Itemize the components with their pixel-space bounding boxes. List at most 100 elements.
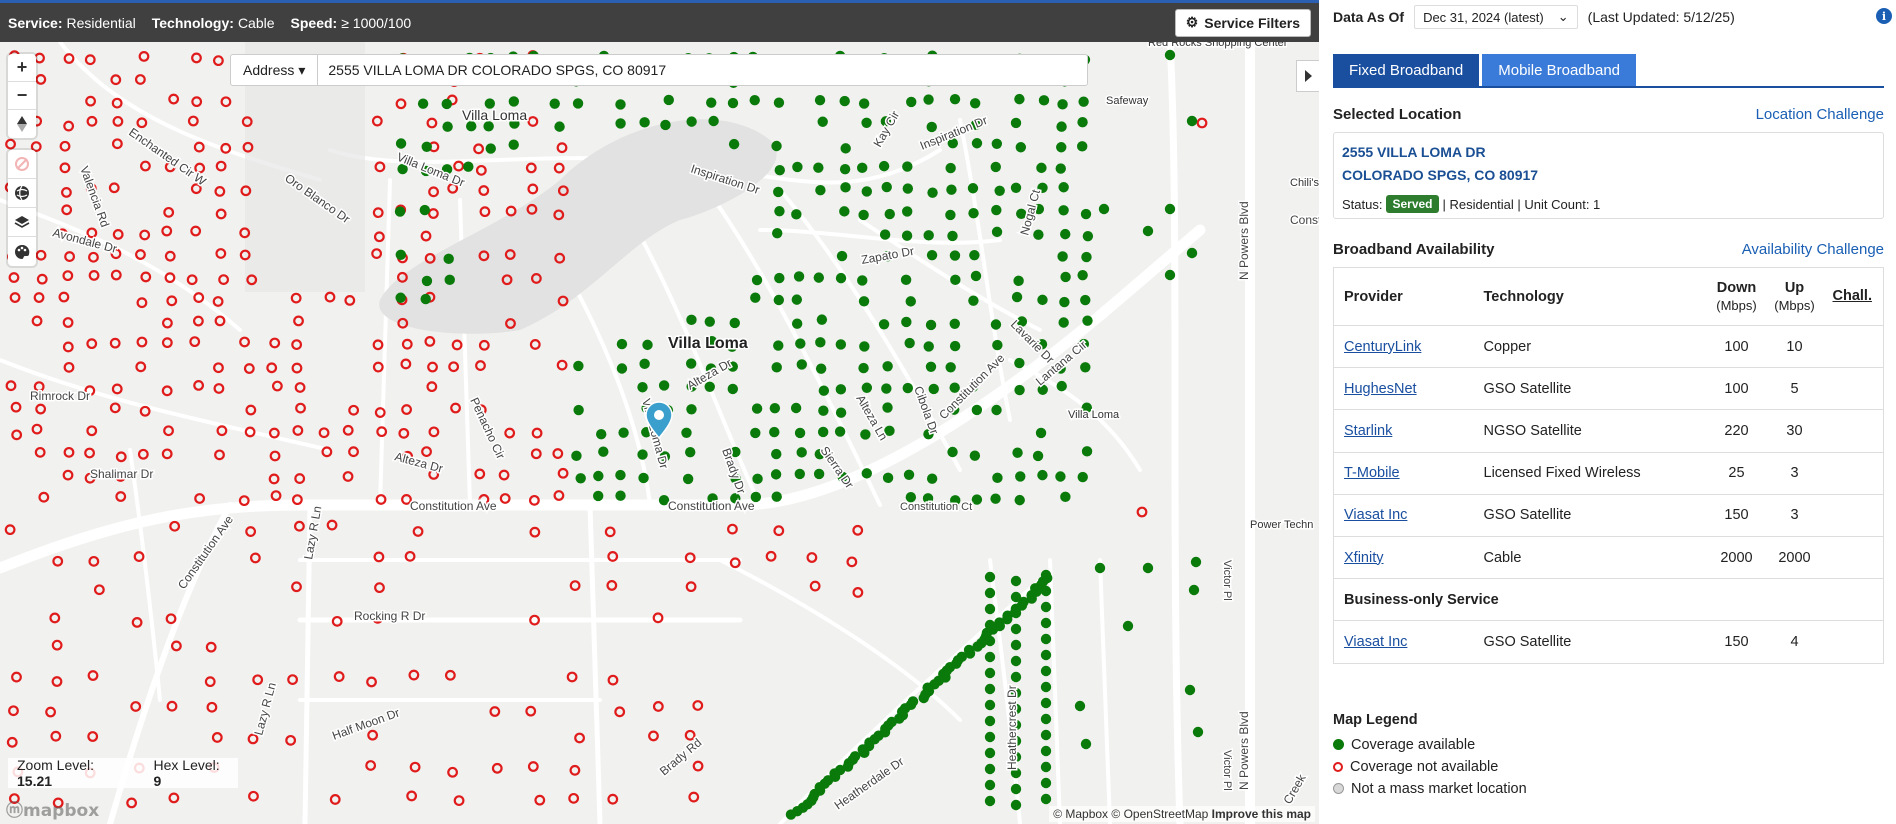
location-dot[interactable] <box>639 358 650 370</box>
location-dot[interactable] <box>1077 471 1088 483</box>
location-dot[interactable] <box>554 121 565 132</box>
location-dot[interactable] <box>444 274 455 286</box>
location-dot[interactable] <box>344 294 356 306</box>
location-dot[interactable] <box>11 671 22 683</box>
location-dot[interactable] <box>530 448 542 460</box>
location-dot[interactable] <box>991 226 1003 238</box>
location-dot[interactable] <box>52 555 64 567</box>
location-dot[interactable] <box>161 385 173 397</box>
location-dot[interactable] <box>861 382 873 393</box>
location-dot[interactable] <box>692 700 704 711</box>
location-dot[interactable] <box>126 797 138 809</box>
location-dot[interactable] <box>884 208 895 220</box>
location-dot[interactable] <box>205 641 217 653</box>
location-dot[interactable] <box>252 674 264 686</box>
location-dot[interactable] <box>111 97 123 109</box>
location-dot[interactable] <box>140 271 152 283</box>
location-dot[interactable] <box>947 230 958 242</box>
location-dot[interactable] <box>138 51 150 62</box>
location-dot[interactable] <box>796 359 807 370</box>
location-dot[interactable] <box>816 314 828 325</box>
location-dot[interactable] <box>840 143 851 154</box>
location-dot[interactable] <box>618 427 629 438</box>
location-dot[interactable] <box>573 404 584 416</box>
location-dot[interactable] <box>860 429 871 440</box>
location-dot[interactable] <box>441 98 452 110</box>
location-dot[interactable] <box>428 426 440 438</box>
location-dot[interactable] <box>371 248 383 260</box>
location-dot[interactable] <box>1040 601 1052 613</box>
location-dot[interactable] <box>58 291 70 303</box>
location-dot[interactable] <box>839 95 850 107</box>
location-dot[interactable] <box>858 209 869 221</box>
location-dot[interactable] <box>638 472 649 484</box>
location-dot[interactable] <box>992 339 1003 351</box>
location-dot[interactable] <box>85 95 96 107</box>
location-dot[interactable] <box>773 97 785 108</box>
location-dot[interactable] <box>904 337 915 349</box>
location-dot[interactable] <box>86 338 98 350</box>
location-dot[interactable] <box>11 429 23 441</box>
location-dot[interactable] <box>294 473 306 484</box>
location-dot[interactable] <box>858 296 870 307</box>
location-dot[interactable] <box>815 185 826 196</box>
location-dot[interactable] <box>5 138 16 150</box>
location-dot[interactable] <box>925 319 937 331</box>
location-dot[interactable] <box>239 336 250 348</box>
location-dot[interactable] <box>463 161 474 172</box>
location-dot[interactable] <box>1060 271 1071 283</box>
location-dot[interactable] <box>169 520 181 532</box>
location-dot[interactable] <box>752 473 763 485</box>
location-dot[interactable] <box>859 341 870 352</box>
location-dot[interactable] <box>214 315 226 327</box>
location-dot[interactable] <box>1074 700 1086 712</box>
location-dot[interactable] <box>1080 208 1092 220</box>
location-dot[interactable] <box>162 317 173 329</box>
location-dot[interactable] <box>949 250 961 261</box>
location-dot[interactable] <box>9 292 21 303</box>
location-dot[interactable] <box>945 209 956 221</box>
location-dot[interactable] <box>140 160 151 172</box>
location-dot[interactable] <box>36 273 48 285</box>
location-dot[interactable] <box>569 764 581 776</box>
palette-icon[interactable] <box>8 237 36 266</box>
location-dot[interactable] <box>882 472 894 484</box>
location-dot[interactable] <box>809 580 821 592</box>
location-dot[interactable] <box>1011 291 1023 303</box>
location-dot[interactable] <box>508 139 519 150</box>
location-dot[interactable] <box>1060 491 1071 503</box>
location-dot[interactable] <box>969 450 981 461</box>
provider-link[interactable]: HughesNet <box>1344 381 1417 397</box>
location-dot[interactable] <box>1040 681 1052 693</box>
location-dot[interactable] <box>685 447 696 458</box>
location-dot[interactable] <box>791 318 803 329</box>
location-dot[interactable] <box>1014 494 1025 506</box>
location-dot[interactable] <box>923 341 934 352</box>
location-dot[interactable] <box>401 404 412 415</box>
improve-map-link[interactable]: Improve this map <box>1212 807 1311 821</box>
location-dot[interactable] <box>115 451 127 463</box>
service-filters-button[interactable]: ⚙ Service Filters <box>1174 8 1311 37</box>
location-dot[interactable] <box>348 404 360 416</box>
provider-link[interactable]: Viasat Inc <box>1344 507 1407 523</box>
location-dot[interactable] <box>161 337 173 349</box>
osm-attribution-link[interactable]: © OpenStreetMap <box>1111 807 1208 821</box>
location-dot[interactable] <box>291 339 303 351</box>
location-dot[interactable] <box>1136 506 1148 518</box>
location-dot[interactable] <box>903 469 915 480</box>
location-dot[interactable] <box>984 779 996 791</box>
challenge-cell[interactable] <box>1821 494 1884 537</box>
location-dot[interactable] <box>1192 726 1204 738</box>
location-dot[interactable] <box>686 404 697 415</box>
location-dot[interactable] <box>333 671 345 682</box>
location-dot[interactable] <box>791 209 802 220</box>
location-dot[interactable] <box>324 291 336 303</box>
location-dot[interactable] <box>527 116 539 127</box>
location-dot[interactable] <box>984 635 996 647</box>
location-dot[interactable] <box>1040 569 1052 581</box>
location-dot[interactable] <box>1010 607 1022 619</box>
location-dot[interactable] <box>992 472 1003 484</box>
location-dot[interactable] <box>215 248 227 259</box>
location-dot[interactable] <box>213 362 224 374</box>
location-dot[interactable] <box>348 446 359 458</box>
